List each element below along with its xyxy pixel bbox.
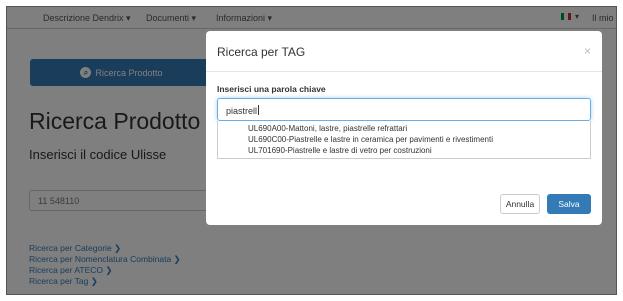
modal-header: Ricerca per TAG ×	[206, 31, 602, 72]
suggestion-item[interactable]: UL690C00-Piastrelle e lastre in ceramica…	[248, 134, 590, 145]
cancel-button[interactable]: Annulla	[500, 194, 540, 214]
keyword-label: Inserisci una parola chiave	[217, 84, 326, 94]
keyword-input[interactable]: piastrell	[217, 98, 591, 121]
save-button[interactable]: Salva	[547, 194, 591, 214]
suggestion-item[interactable]: UL690A00-Mattoni, lastre, piastrelle ref…	[248, 123, 590, 134]
keyword-input-value: piastrell	[226, 106, 258, 116]
text-cursor	[258, 105, 260, 115]
tag-search-modal: Ricerca per TAG × Inserisci una parola c…	[206, 31, 602, 225]
tag-suggestions-list: UL690A00-Mattoni, lastre, piastrelle ref…	[217, 121, 591, 159]
suggestion-item[interactable]: UL701690-Piastrelle e lastre di vetro pe…	[248, 145, 590, 156]
close-icon[interactable]: ×	[584, 44, 591, 58]
modal-title: Ricerca per TAG	[217, 45, 306, 59]
app-window: Descrizione Dendrix ▾ Documenti ▾ Inform…	[6, 6, 617, 295]
